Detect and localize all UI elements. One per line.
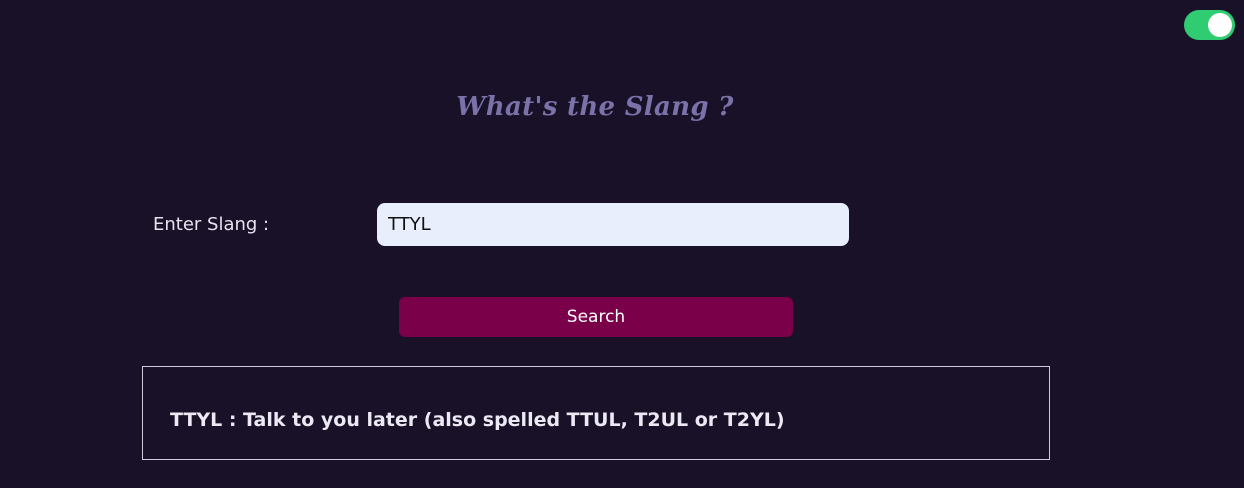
- search-button[interactable]: Search: [399, 297, 793, 337]
- toggle-knob: [1208, 13, 1232, 37]
- page-title: What's the Slang ?: [456, 92, 734, 122]
- result-text: TTYL : Talk to you later (also spelled T…: [170, 409, 785, 431]
- slang-page: What's the Slang ? Enter Slang : Search …: [0, 0, 1244, 488]
- theme-toggle[interactable]: [1184, 10, 1235, 40]
- slang-input[interactable]: [377, 203, 849, 246]
- slang-label: Enter Slang :: [153, 214, 270, 235]
- result-box: TTYL : Talk to you later (also spelled T…: [142, 366, 1050, 460]
